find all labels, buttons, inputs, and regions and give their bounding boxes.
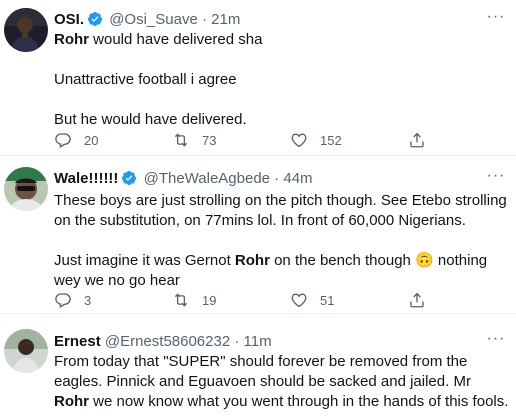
share-icon: [408, 291, 426, 309]
tweet-text: From today that "SUPER" should forever b…: [54, 352, 510, 412]
text-fragment: From today that "SUPER" should forever b…: [54, 353, 471, 390]
reply-button[interactable]: 20: [54, 130, 98, 150]
separator-dot: ·: [274, 170, 280, 187]
reply-count: 20: [84, 132, 99, 148]
text-fragment: on the bench though: [269, 252, 411, 269]
share-button[interactable]: [408, 290, 426, 310]
like-count: 51: [320, 292, 335, 308]
tweet-osi[interactable]: OSI. @Osi_Suave · 21m ··· Rohr would hav…: [0, 0, 516, 156]
line-text: would have delivered sha: [89, 31, 263, 48]
separator-dot: ·: [201, 11, 207, 28]
verified-badge-icon: [87, 11, 103, 27]
retweet-count: 73: [202, 132, 217, 148]
tweet-line: But he would have delivered.: [54, 111, 247, 128]
avatar[interactable]: [4, 329, 48, 373]
verified-badge-icon: [121, 170, 137, 186]
reply-icon: [54, 131, 72, 149]
highlight-word: Rohr: [234, 252, 270, 269]
display-name[interactable]: Wale!!!!!!: [54, 170, 118, 187]
upside-down-face-emoji: 🙃: [415, 252, 434, 269]
tweet-paragraph: From today that "SUPER" should forever b…: [54, 352, 510, 412]
highlight-word: Rohr: [54, 393, 89, 410]
timestamp[interactable]: 21m: [211, 11, 240, 28]
display-name[interactable]: Ernest: [54, 333, 101, 350]
user-handle[interactable]: @Osi_Suave: [109, 11, 198, 28]
tweet-ernest[interactable]: Ernest @Ernest58606232 · 11m ··· From to…: [0, 313, 516, 419]
tweet-actions: 3 19 51: [54, 290, 506, 310]
more-icon[interactable]: ···: [486, 168, 506, 187]
tweet-line: Unattractive football i agree: [54, 71, 237, 88]
timestamp[interactable]: 11m: [244, 333, 272, 350]
tweet-line: Rohr would have delivered sha: [54, 30, 510, 50]
more-icon[interactable]: ···: [486, 331, 506, 350]
like-button[interactable]: 51: [290, 290, 334, 310]
reply-button[interactable]: 3: [54, 290, 91, 310]
reply-count: 3: [84, 292, 92, 308]
retweet-count: 19: [202, 292, 217, 308]
tweet-paragraph: These boys are just strolling on the pit…: [54, 192, 507, 229]
share-icon: [408, 131, 426, 149]
tweet-actions: 20 73 152: [54, 130, 506, 150]
user-handle[interactable]: @TheWaleAgbede: [144, 170, 270, 187]
text-fragment: we now know what you went through in the…: [89, 393, 509, 410]
text-fragment: Just imagine it was Gernot: [54, 252, 235, 269]
separator-dot: ·: [234, 333, 240, 350]
avatar[interactable]: [4, 8, 48, 52]
avatar[interactable]: [4, 167, 48, 211]
tweet-text: These boys are just strolling on the pit…: [54, 191, 510, 291]
tweet-paragraph: Just imagine it was Gernot Rohr on the b…: [54, 251, 510, 291]
tweet-wale[interactable]: Wale!!!!!! @TheWaleAgbede · 44m ··· Thes…: [0, 155, 516, 314]
like-button[interactable]: 152: [290, 130, 342, 150]
retweet-button[interactable]: 73: [172, 130, 216, 150]
more-icon[interactable]: ···: [486, 9, 506, 28]
retweet-icon: [172, 291, 190, 309]
retweet-icon: [172, 131, 190, 149]
reply-icon: [54, 291, 72, 309]
display-name[interactable]: OSI.: [54, 11, 84, 28]
user-handle[interactable]: @Ernest58606232: [105, 333, 230, 350]
share-button[interactable]: [408, 130, 426, 150]
like-icon: [290, 291, 308, 309]
tweet-text: Rohr would have delivered sha Unattracti…: [54, 30, 510, 130]
timestamp[interactable]: 44m: [283, 170, 312, 187]
like-count: 152: [320, 132, 342, 148]
retweet-button[interactable]: 19: [172, 290, 216, 310]
like-icon: [290, 131, 308, 149]
highlight-word: Rohr: [54, 31, 89, 48]
